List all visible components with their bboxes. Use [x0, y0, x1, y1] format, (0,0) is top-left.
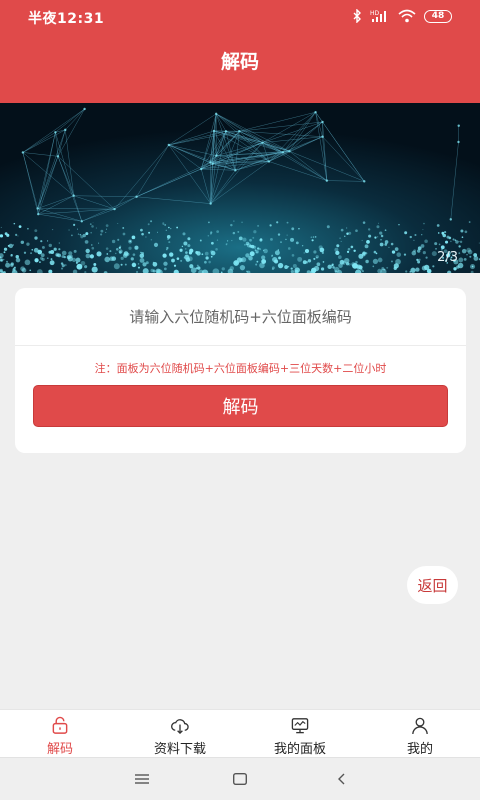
app-header: 解码 — [0, 32, 480, 103]
decode-button[interactable]: 解码 — [33, 385, 448, 427]
system-nav-bar — [0, 757, 480, 800]
bluetooth-icon — [353, 9, 361, 23]
tab-label: 资料下载 — [153, 742, 206, 757]
home-icon[interactable] — [229, 770, 251, 788]
network-image — [0, 103, 480, 273]
tab-label: 我的面板 — [273, 742, 326, 757]
format-note: 注：面板为六位随机码+六位面板编码+三位天数+二位小时 — [94, 362, 387, 375]
back-icon[interactable] — [331, 770, 353, 788]
bottom-tab-bar: 解码 资料下载 我的面板 我的 — [0, 709, 480, 757]
wifi-icon — [398, 9, 416, 23]
decode-card: 注：面板为六位随机码+六位面板编码+三位天数+二位小时 解码 — [15, 288, 466, 453]
tab-label: 解码 — [46, 742, 73, 757]
menu-icon[interactable] — [131, 770, 153, 788]
tab-label: 我的 — [406, 742, 433, 757]
tab-mine[interactable]: 我的 — [360, 710, 480, 757]
svg-text:HD: HD — [370, 10, 380, 17]
code-input[interactable] — [15, 288, 466, 345]
cellular-signal-icon: HD — [370, 10, 386, 22]
page-title: 解码 — [220, 51, 259, 73]
status-time: 半夜12:31 — [28, 11, 105, 27]
divider — [15, 345, 466, 346]
back-button[interactable]: 返回 — [407, 566, 458, 604]
banner-carousel[interactable]: 2/3 — [0, 103, 480, 273]
status-icons: HD 48 — [352, 8, 452, 24]
tab-decode[interactable]: 解码 — [0, 710, 120, 757]
status-bar: 半夜12:31 HD 48 — [0, 0, 480, 32]
cloud-download-icon — [171, 719, 189, 735]
battery-icon: 48 — [424, 9, 452, 23]
tab-my-panels[interactable]: 我的面板 — [240, 710, 360, 757]
user-icon — [412, 717, 428, 735]
monitor-icon — [291, 718, 309, 734]
banner-page-indicator: 2/3 — [437, 250, 458, 265]
lock-icon — [52, 716, 68, 734]
tab-downloads[interactable]: 资料下载 — [120, 710, 240, 757]
